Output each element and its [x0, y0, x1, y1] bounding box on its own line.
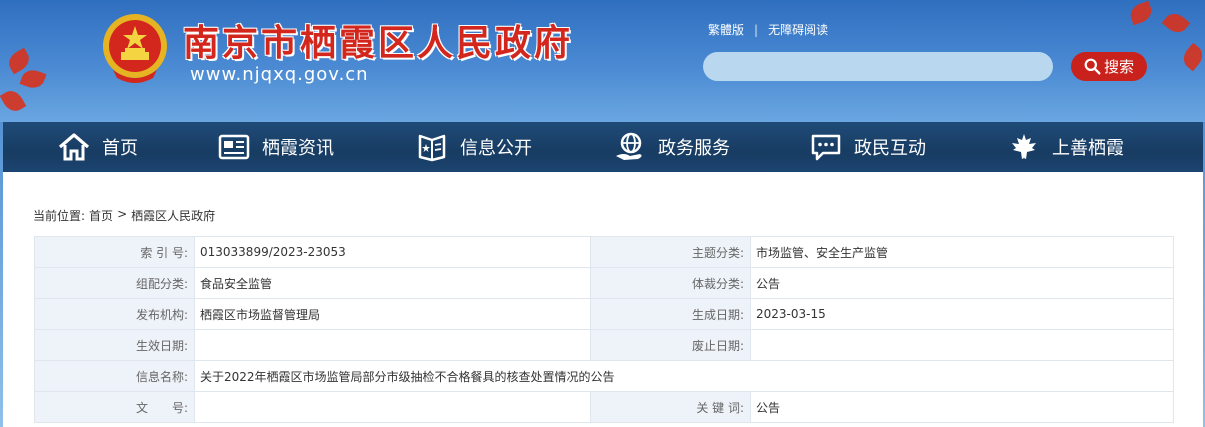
breadcrumb-home-link[interactable]: 首页 — [89, 207, 113, 224]
subject-category-value: 市场监管、安全生产监管 — [750, 236, 1174, 268]
table-row: 索 引 号: 013033899/2023-23053 主题分类: 市场监管、安… — [34, 236, 1174, 268]
service-globe-icon — [616, 132, 642, 160]
document-number-value — [194, 391, 591, 423]
nav-item-label: 政民互动 — [854, 138, 926, 159]
nav-item-shangshan-qixia[interactable]: 上善栖霞 — [1008, 122, 1124, 172]
table-row: 发布机构: 栖霞区市场监督管理局 生成日期: 2023-03-15 — [34, 298, 1174, 330]
breadcrumb-prefix: 当前位置: — [33, 209, 86, 223]
genre-category-label: 体裁分类: — [590, 267, 751, 299]
main-nav: 首页 栖霞资讯 信息公开 政务服务 政民互动 上善栖霞 — [3, 122, 1203, 172]
link-separator: | — [754, 22, 759, 37]
keywords-label: 关 键 词: — [590, 391, 751, 423]
nav-item-interaction[interactable]: 政民互动 — [810, 122, 926, 172]
nav-item-news[interactable]: 栖霞资讯 — [218, 122, 334, 172]
top-links: 繁體版 | 无障碍阅读 — [708, 21, 828, 38]
traditional-chinese-link[interactable]: 繁體版 — [708, 21, 744, 38]
effective-date-label: 生效日期: — [34, 329, 195, 361]
document-number-label: 文 号: — [34, 391, 195, 423]
book-star-icon — [418, 134, 446, 162]
search-input[interactable] — [703, 52, 1053, 81]
maple-leaf-decoration — [1161, 9, 1191, 37]
org-category-value: 食品安全监管 — [194, 267, 591, 299]
keywords-value: 公告 — [750, 391, 1174, 423]
maple-leaf-decoration — [1127, 0, 1155, 26]
document-meta-table: 索 引 号: 013033899/2023-23053 主题分类: 市场监管、安… — [34, 236, 1174, 423]
index-number-label: 索 引 号: — [34, 236, 195, 268]
publisher-label: 发布机构: — [34, 298, 195, 330]
table-row: 生效日期: 废止日期: — [34, 329, 1174, 361]
table-row: 信息名称: 关于2022年栖霞区市场监管局部分市级抽检不合格餐具的核查处置情况的… — [34, 360, 1174, 392]
expiry-date-label: 废止日期: — [590, 329, 751, 361]
breadcrumb-current-link[interactable]: 栖霞区人民政府 — [131, 207, 215, 224]
nav-item-home[interactable]: 首页 — [58, 122, 138, 172]
accessibility-link[interactable]: 无障碍阅读 — [768, 21, 828, 38]
search-button-label: 搜索 — [1103, 58, 1134, 76]
info-name-label: 信息名称: — [34, 360, 195, 392]
expiry-date-value — [750, 329, 1174, 361]
site-header: 南京市栖霞区人民政府 www.njqxq.gov.cn 繁體版 | 无障碍阅读 … — [0, 0, 1205, 122]
maple-leaf-decoration — [1179, 42, 1205, 72]
site-url: www.njqxq.gov.cn — [190, 64, 369, 85]
index-number-value: 013033899/2023-23053 — [194, 236, 591, 268]
home-icon — [58, 133, 90, 161]
subject-category-label: 主题分类: — [590, 236, 751, 268]
created-date-value: 2023-03-15 — [750, 298, 1174, 330]
breadcrumb: 当前位置: 首页 > 栖霞区人民政府 — [33, 207, 215, 224]
effective-date-value — [194, 329, 591, 361]
search-icon — [1084, 58, 1101, 75]
content-panel: 当前位置: 首页 > 栖霞区人民政府 索 引 号: 013033899/2023… — [3, 172, 1203, 427]
site-title[interactable]: 南京市栖霞区人民政府 — [183, 14, 573, 66]
org-category-label: 组配分类: — [34, 267, 195, 299]
maple-leaf-decoration — [19, 66, 47, 92]
table-row: 组配分类: 食品安全监管 体裁分类: 公告 — [34, 267, 1174, 299]
nav-item-label: 政务服务 — [658, 138, 730, 159]
created-date-label: 生成日期: — [590, 298, 751, 330]
nav-item-label: 栖霞资讯 — [262, 138, 334, 159]
nav-item-label: 信息公开 — [460, 138, 532, 159]
info-name-value: 关于2022年栖霞区市场监管局部分市级抽检不合格餐具的核查处置情况的公告 — [194, 360, 1174, 392]
table-row: 文 号: 关 键 词: 公告 — [34, 391, 1174, 423]
maple-leaf-icon — [1012, 134, 1036, 159]
nav-item-label: 首页 — [102, 138, 138, 159]
search-button[interactable]: 搜索 — [1071, 52, 1147, 81]
national-emblem-icon — [103, 14, 167, 83]
breadcrumb-separator: > — [117, 207, 128, 221]
newspaper-icon — [218, 134, 250, 160]
genre-category-value: 公告 — [750, 267, 1174, 299]
nav-item-info-disclosure[interactable]: 信息公开 — [416, 122, 532, 172]
maple-leaf-decoration — [0, 86, 27, 116]
nav-item-gov-service[interactable]: 政务服务 — [614, 122, 730, 172]
publisher-value: 栖霞区市场监督管理局 — [194, 298, 591, 330]
nav-item-label: 上善栖霞 — [1052, 138, 1124, 159]
chat-icon — [811, 134, 841, 161]
